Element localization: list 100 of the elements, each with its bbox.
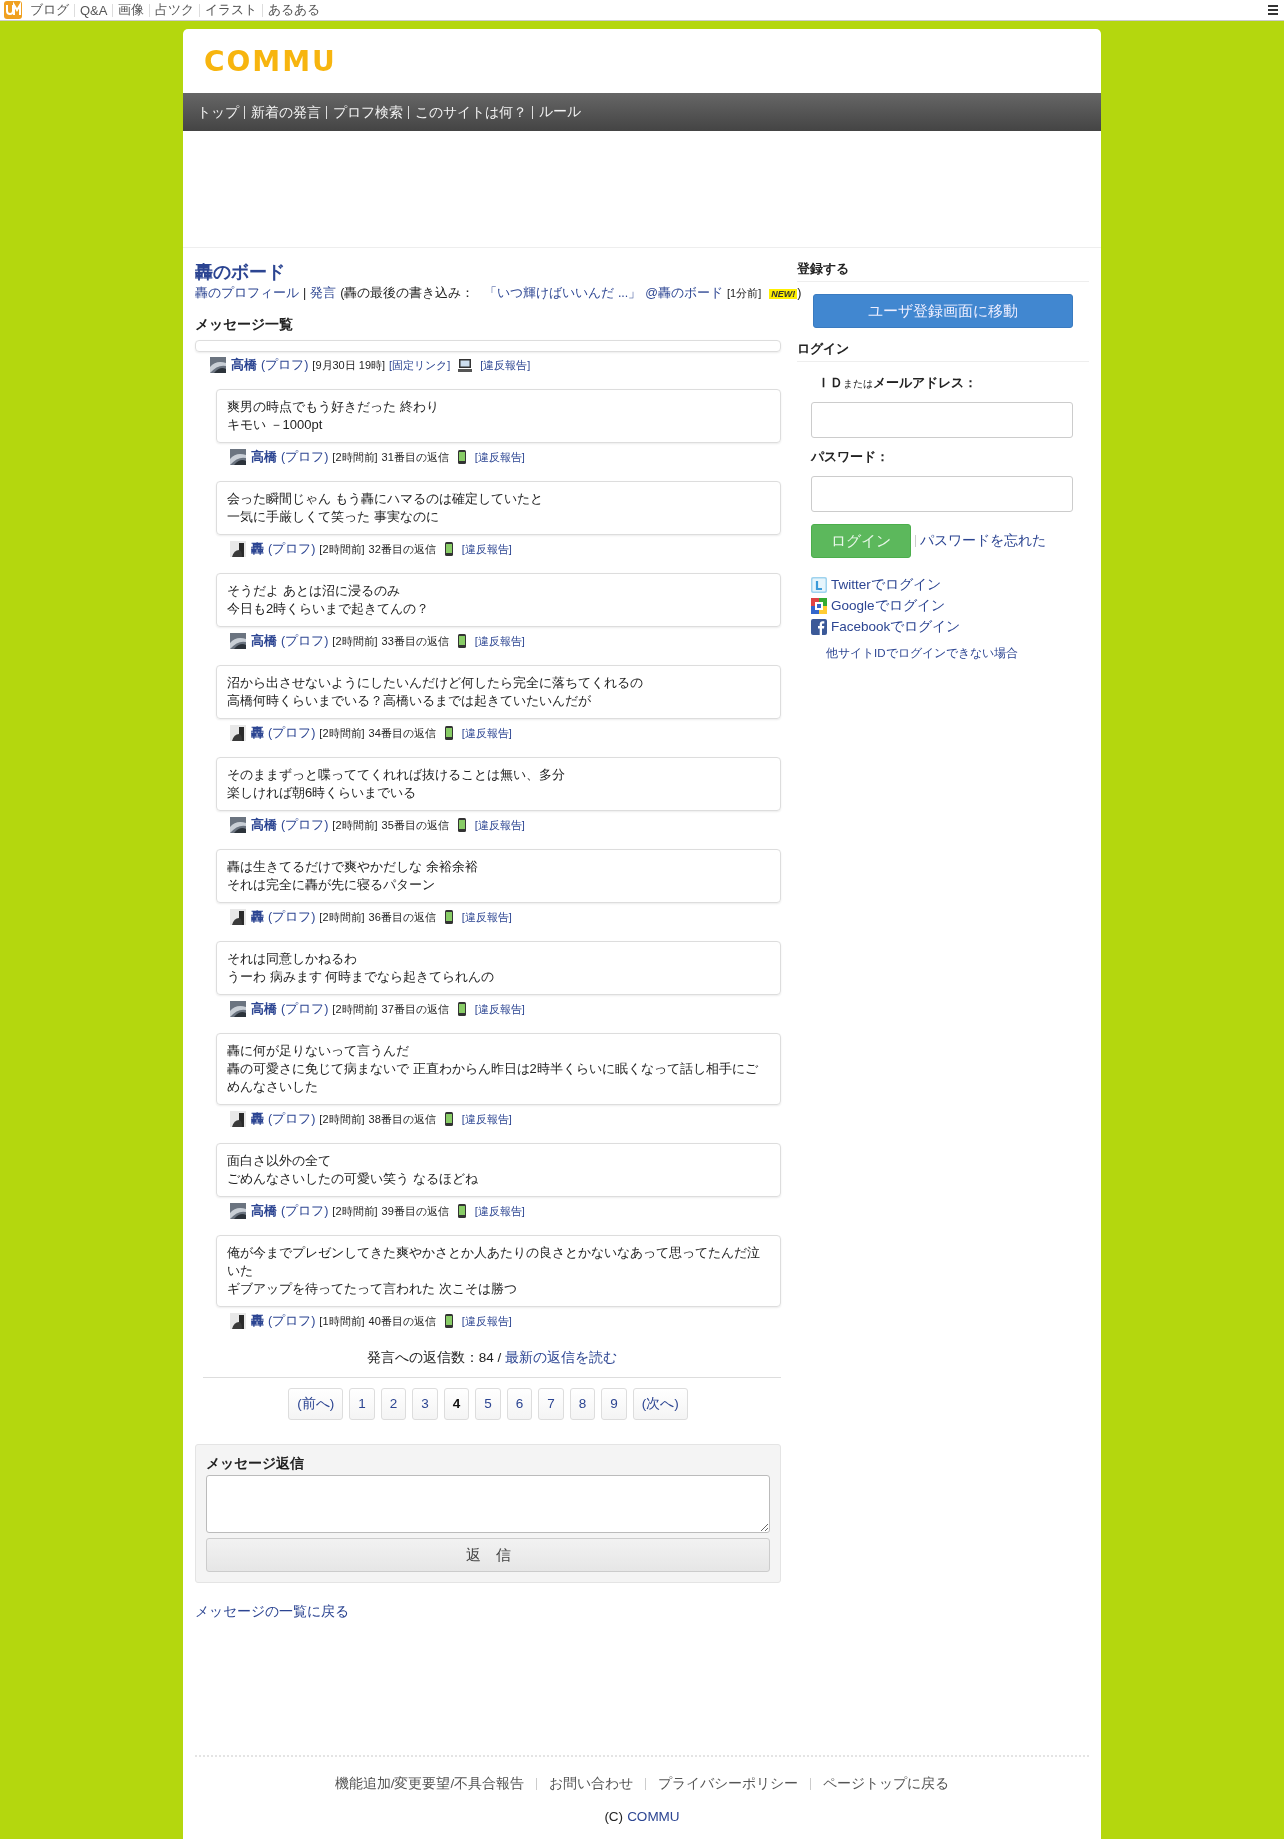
report-link[interactable]: [違反報告] <box>461 541 512 557</box>
profile-link[interactable]: (プロフ) <box>268 540 316 558</box>
post-time: [2時間前] <box>319 1111 365 1127</box>
message-input[interactable] <box>206 1475 770 1533</box>
social-login-link[interactable]: Facebookでログイン <box>831 618 961 636</box>
profile-link[interactable]: (プロフ) <box>281 1000 329 1018</box>
report-link[interactable]: [違反報告] <box>461 1313 512 1329</box>
footer-link[interactable]: ページトップに戻る <box>823 1775 950 1793</box>
author-name[interactable]: 轟 <box>251 540 264 558</box>
reply-number: 39番目の返信 <box>381 1203 449 1219</box>
profile-link[interactable]: (プロフ) <box>268 1312 316 1330</box>
permalink[interactable]: [固定リンク] <box>389 357 451 373</box>
nav-link[interactable]: プロフ検索 <box>333 105 409 119</box>
top-bar-link[interactable]: あるある <box>268 1 321 19</box>
page-button[interactable]: (前へ) <box>288 1388 344 1420</box>
post-time: [2時間前] <box>332 449 378 465</box>
message-text: そのままずっと喋っててくれれば抜けることは無い、多分 楽しければ朝6時くらいまでいる <box>227 766 566 802</box>
report-link[interactable]: [違反報告] <box>474 449 525 465</box>
message-text: 俺が今までプレゼンしてきた爽やかさとか人あたりの良さとかないなあって思ってたんだ泣いた ギブアップを待ってたって言われた 次こそは勝つ <box>227 1244 761 1298</box>
new-badge: NEW! <box>769 289 798 299</box>
page-button[interactable]: 2 <box>380 1388 407 1420</box>
avatar-icon <box>230 1203 246 1219</box>
profile-link[interactable]: (プロフ) <box>281 448 329 466</box>
social-login-link[interactable]: Googleでログイン <box>831 597 945 615</box>
author-name[interactable]: 高橋 <box>251 448 277 466</box>
phone-icon <box>456 634 467 648</box>
footer-link[interactable]: プライバシーポリシー <box>658 1778 812 1790</box>
board-title[interactable]: 轟のボード <box>195 260 781 284</box>
board-link[interactable]: @轟のボード <box>645 285 724 302</box>
profile-link[interactable]: (プロフ) <box>261 356 309 374</box>
avatar-icon <box>230 1111 246 1127</box>
page-button[interactable]: 4 <box>443 1388 470 1420</box>
field-label: ＩＤ またはメールアドレス： <box>817 374 978 392</box>
post-link[interactable]: 発言 <box>310 285 337 302</box>
page-button[interactable]: 5 <box>475 1388 501 1420</box>
author-name[interactable]: 高橋 <box>251 816 277 834</box>
phone-icon <box>443 910 454 924</box>
page-button[interactable]: 8 <box>569 1388 596 1420</box>
nav-link[interactable]: このサイトは何？ <box>415 105 533 119</box>
post-time: [1時間前] <box>319 1313 365 1329</box>
report-link[interactable]: [違反報告] <box>474 1001 525 1017</box>
report-link[interactable]: [違反報告] <box>480 357 531 373</box>
profile-link[interactable]: (プロフ) <box>281 816 329 834</box>
reply-number: 34番目の返信 <box>368 725 436 741</box>
password-input[interactable] <box>811 476 1073 512</box>
footer-link[interactable]: 機能追加/変更要望/不具合報告 <box>334 1778 538 1790</box>
author-name[interactable]: 高橋 <box>251 632 277 650</box>
section-heading: メッセージ一覧 <box>195 316 294 334</box>
profile-link[interactable]: (プロフ) <box>281 632 329 650</box>
profile-link[interactable]: (プロフ) <box>268 908 316 926</box>
profile-link[interactable]: (プロフ) <box>268 1110 316 1128</box>
message-text: 轟に何が足りないって言うんだ 轟の可愛さに免じて病まないで 正直わからん昨日は2時半くらいに眠くなって話し相手にごめんなさいした <box>227 1042 759 1096</box>
profile-link[interactable]: (プロフ) <box>281 1202 329 1220</box>
profile-link[interactable]: (プロフ) <box>268 724 316 742</box>
report-link[interactable]: [違反報告] <box>474 633 525 649</box>
top-bar-link[interactable]: イラスト <box>205 1 258 19</box>
latest-replies-link[interactable]: 最新の返信を読む <box>505 1349 618 1367</box>
report-link[interactable]: [違反報告] <box>474 817 525 833</box>
author-name[interactable]: 轟 <box>251 724 264 742</box>
author-name[interactable]: 轟 <box>251 908 264 926</box>
author-name[interactable]: 高橋 <box>231 356 257 374</box>
nav-link[interactable]: ルール <box>539 103 581 121</box>
report-link[interactable]: [違反報告] <box>461 909 512 925</box>
profile-link[interactable]: 轟のプロフィール <box>195 285 299 302</box>
forgot-password-link[interactable]: パスワードを忘れた <box>920 532 1046 550</box>
back-link[interactable]: メッセージの一覧に戻る <box>195 1603 349 1621</box>
facebook-icon <box>811 619 827 635</box>
page-button[interactable]: 3 <box>412 1388 438 1420</box>
section-heading: 登録する <box>797 260 1089 282</box>
author-name[interactable]: 轟 <box>251 1312 264 1330</box>
footer-link[interactable]: お問い合わせ <box>549 1778 647 1790</box>
post-time: [2時間前] <box>319 909 365 925</box>
page-button[interactable]: 6 <box>506 1388 533 1420</box>
nav-link[interactable]: 新着の発言 <box>251 105 327 119</box>
reply-number: 37番目の返信 <box>381 1001 449 1017</box>
top-bar-link[interactable]: ブログ <box>30 1 69 19</box>
top-bar-link[interactable]: 占ツク <box>155 1 195 19</box>
report-link[interactable]: [違反報告] <box>474 1203 525 1219</box>
id-input[interactable] <box>811 402 1073 438</box>
author-name[interactable]: 轟 <box>251 1110 264 1128</box>
page-button[interactable]: 7 <box>538 1388 564 1420</box>
author-name[interactable]: 高橋 <box>251 1000 277 1018</box>
reply-number: 38番目の返信 <box>368 1111 436 1127</box>
top-bar-link[interactable]: Q&A <box>80 2 108 18</box>
nav-link[interactable]: トップ <box>197 105 245 119</box>
report-link[interactable]: [違反報告] <box>461 1111 512 1127</box>
site-link[interactable]: COMMU <box>627 1809 680 1824</box>
author-name[interactable]: 高橋 <box>251 1202 277 1220</box>
last-post-link[interactable]: 「いつ輝けばいいんだ ...」 <box>484 285 642 302</box>
social-login-link[interactable]: Twitterでログイン <box>831 576 941 594</box>
message-text: 面白さ以外の全て ごめんなさいしたの可愛い笑う なるほどね <box>227 1152 479 1188</box>
page-button[interactable]: (次へ) <box>632 1388 688 1420</box>
reply-button[interactable]: 返 信 <box>206 1538 770 1572</box>
help-link[interactable]: 他サイトIDでログインできない場合 <box>826 646 1089 661</box>
message-text: 轟は生きてるだけで爽やかだしな 余裕余裕 それは完全に轟が先に寝るパターン <box>227 858 479 894</box>
avatar-icon <box>230 725 246 741</box>
page-button[interactable]: 1 <box>349 1388 375 1420</box>
report-link[interactable]: [違反報告] <box>461 725 512 741</box>
page-button[interactable]: 9 <box>601 1388 627 1420</box>
top-bar-link[interactable]: 画像 <box>118 1 145 19</box>
